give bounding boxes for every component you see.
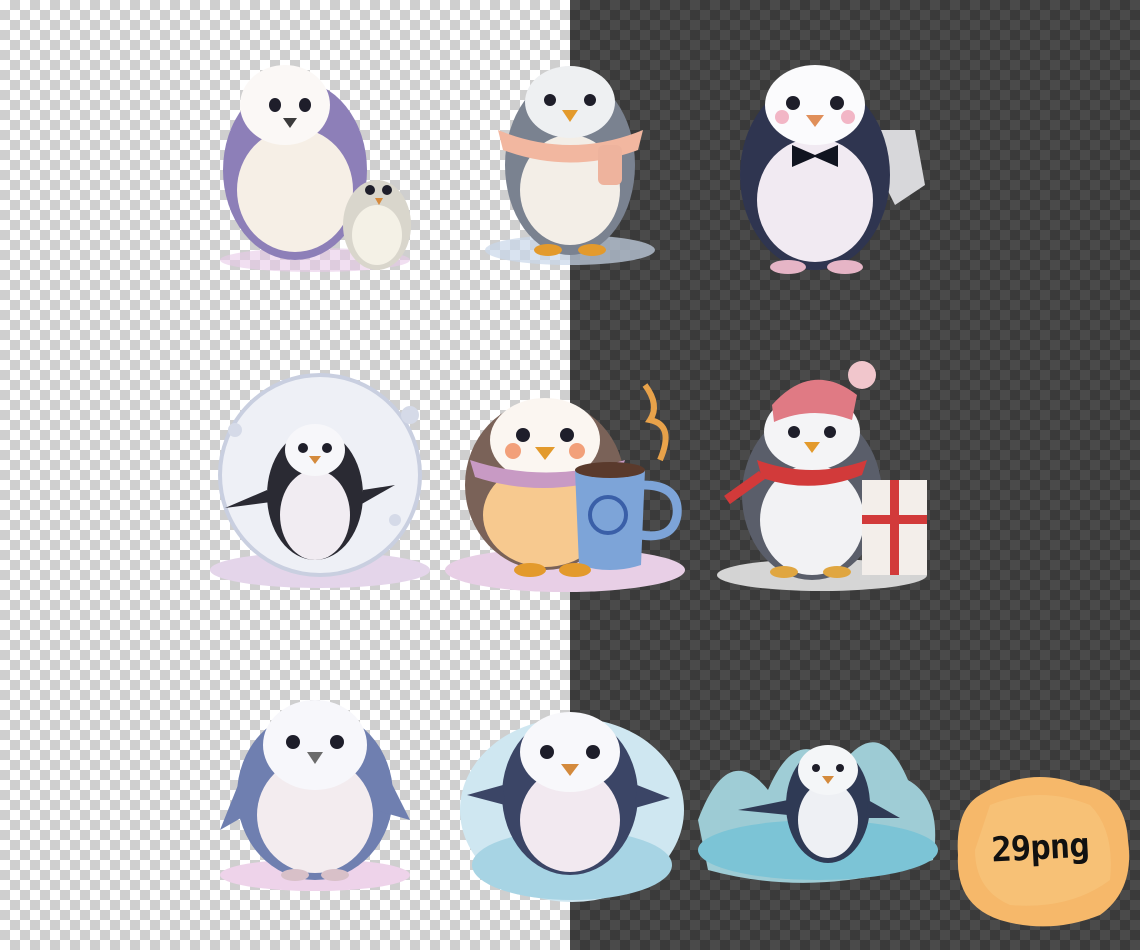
penguin-with-bowtie-illustration	[740, 65, 925, 274]
penguin-sitting-illustration	[220, 700, 410, 891]
penguin-swimming-illustration	[698, 742, 938, 883]
penguin-with-cocoa-mug-illustration	[445, 383, 685, 592]
penguin-mother-with-chick-illustration	[220, 65, 411, 272]
penguin-with-scarf-illustration	[485, 66, 655, 265]
penguin-with-hat-and-gift-illustration	[717, 361, 927, 591]
penguin-in-snow-globe-illustration	[210, 373, 430, 588]
penguin-in-ice-splash-illustration	[460, 712, 684, 902]
